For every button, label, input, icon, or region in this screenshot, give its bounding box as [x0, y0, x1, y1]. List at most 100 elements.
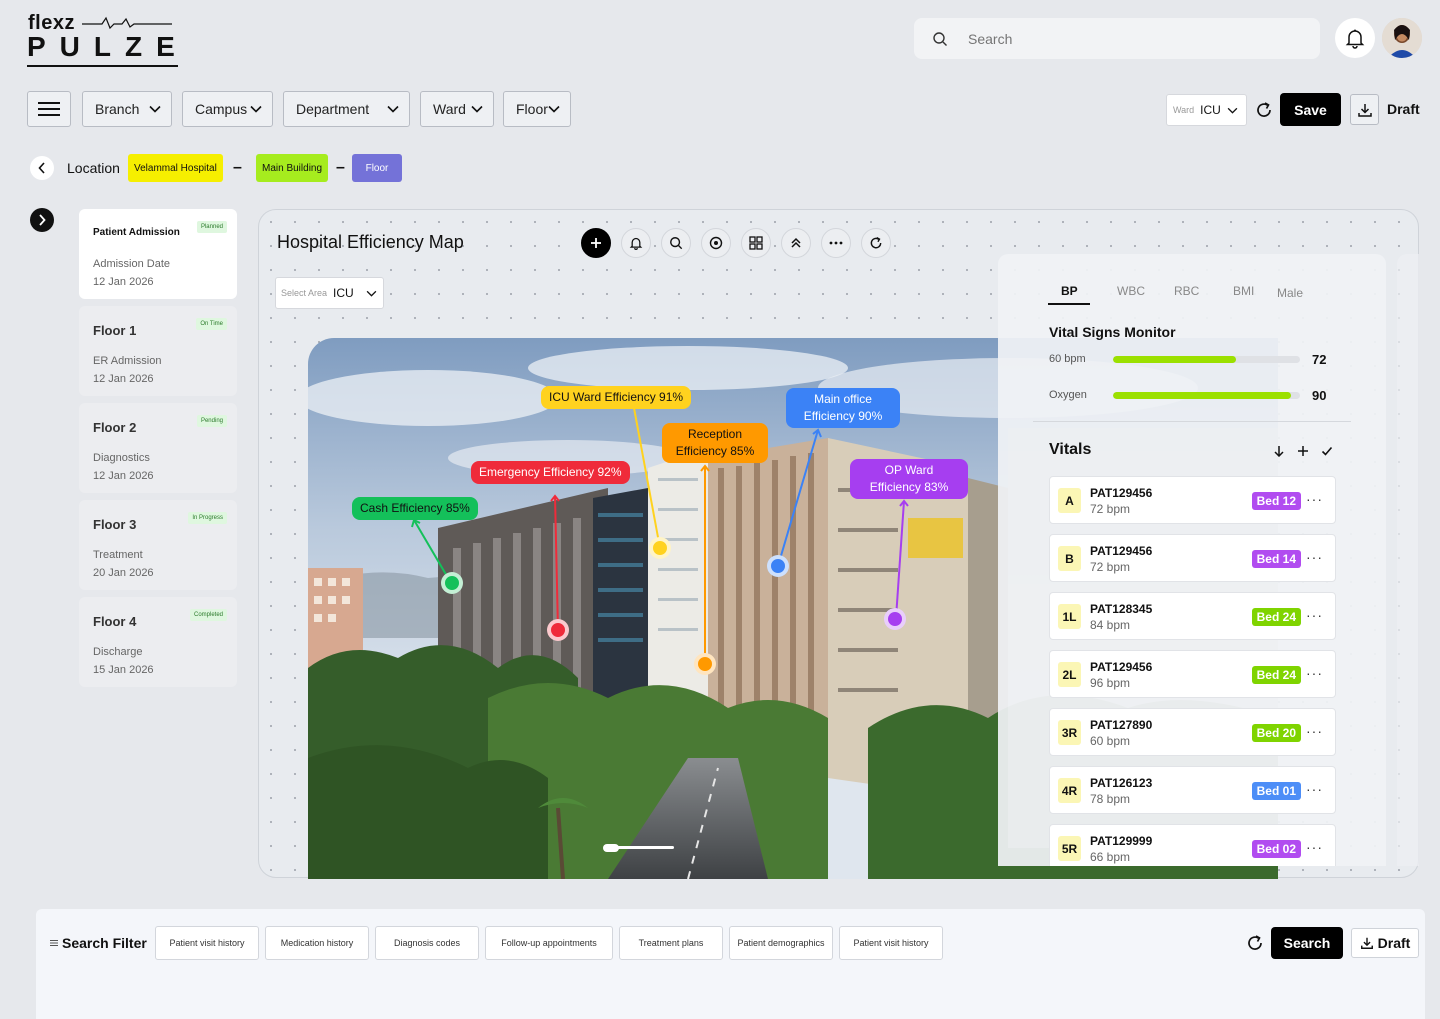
patient-row[interactable]: 1L PAT128345 84 bpm Bed 24 ···	[1049, 592, 1336, 640]
zoom-button[interactable]	[661, 228, 691, 258]
check-icon	[1321, 446, 1333, 456]
filter-chip[interactable]: Treatment plans	[619, 926, 723, 960]
search-filter-label: Search Filter	[50, 935, 147, 951]
tab-bp[interactable]: BP	[1061, 284, 1078, 298]
patient-row[interactable]: 3R PAT127890 60 bpm Bed 20 ···	[1049, 708, 1336, 756]
more-options-icon[interactable]: ···	[1306, 665, 1323, 681]
floor-card-2[interactable]: Floor 2 Pending Diagnostics 12 Jan 2026	[79, 403, 237, 493]
patient-row[interactable]: B PAT129456 72 bpm Bed 14 ···	[1049, 534, 1336, 582]
chevron-down-icon	[1227, 107, 1238, 114]
more-options-icon[interactable]: ···	[1306, 723, 1323, 739]
cash-pin[interactable]	[441, 572, 463, 594]
carousel-handle[interactable]	[603, 844, 619, 852]
patient-row[interactable]: 4R PAT126123 78 bpm Bed 01 ···	[1049, 766, 1336, 814]
notification-button[interactable]	[1335, 18, 1375, 58]
bed-badge: Bed 24	[1251, 666, 1301, 684]
ward-select[interactable]: Ward ICU	[1166, 94, 1247, 126]
more-options-button[interactable]	[821, 228, 851, 258]
refresh-icon[interactable]	[1255, 101, 1273, 119]
tab-male[interactable]: Male	[1277, 286, 1303, 300]
op-ward-pin[interactable]	[884, 608, 906, 630]
more-options-icon[interactable]: ···	[1306, 839, 1323, 855]
patient-id: PAT127890	[1090, 718, 1153, 732]
reception-efficiency-tag[interactable]: Reception Efficiency 85%	[662, 423, 768, 463]
campus-dropdown[interactable]: Campus	[182, 91, 273, 127]
search-button[interactable]: Search	[1271, 927, 1343, 959]
menu-button[interactable]	[27, 91, 71, 127]
main-office-pin[interactable]	[767, 555, 789, 577]
patient-code: 2L	[1058, 662, 1081, 687]
floor-dropdown[interactable]: Floor	[503, 91, 571, 127]
back-button[interactable]	[30, 156, 54, 180]
patient-code: B	[1058, 546, 1081, 571]
filter-chip[interactable]: Follow-up appointments	[485, 926, 613, 960]
tab-wbc[interactable]: WBC	[1117, 284, 1145, 298]
area-select[interactable]: Select Area ICU	[275, 277, 384, 309]
floor-card-date: 12 Jan 2026	[93, 373, 154, 385]
alert-button[interactable]	[621, 228, 651, 258]
bar-fill	[1113, 392, 1291, 399]
add-vital-button[interactable]	[1295, 443, 1311, 459]
filter-chip[interactable]: Patient visit history	[839, 926, 943, 960]
reception-pin[interactable]	[694, 653, 716, 675]
search-input[interactable]	[968, 30, 1268, 47]
grid-view-button[interactable]	[741, 228, 771, 258]
status-badge: In Progress	[188, 512, 227, 524]
main-office-efficiency-tag[interactable]: Main office Efficiency 90%	[786, 388, 900, 428]
bed-badge: Bed 01	[1251, 782, 1301, 800]
tab-bmi[interactable]: BMI	[1233, 284, 1254, 298]
filter-chip[interactable]: Patient demographics	[729, 926, 833, 960]
emergency-pin[interactable]	[547, 619, 569, 641]
floor-card-1[interactable]: Floor 1 On Time ER Admission 12 Jan 2026	[79, 306, 237, 396]
collapse-button[interactable]	[781, 228, 811, 258]
add-button[interactable]	[581, 228, 611, 258]
bar-label: 60 bpm	[1049, 353, 1086, 365]
ward-dropdown[interactable]: Ward	[420, 91, 494, 127]
expand-panel-button[interactable]	[30, 208, 54, 232]
icu-ward-efficiency-tag[interactable]: ICU Ward Efficiency 91%	[541, 386, 692, 409]
bar-value: 72	[1312, 352, 1327, 367]
tab-rbc[interactable]: RBC	[1174, 284, 1199, 298]
draft-label[interactable]: Draft	[1387, 101, 1420, 117]
icu-ward-pin[interactable]	[649, 537, 671, 559]
breadcrumb-separator: –	[336, 159, 345, 176]
more-options-icon[interactable]: ···	[1306, 607, 1323, 623]
op-ward-efficiency-tag[interactable]: OP Ward Efficiency 83%	[850, 459, 968, 499]
filter-chip[interactable]: Diagnosis codes	[375, 926, 479, 960]
refresh-icon[interactable]	[1246, 934, 1264, 952]
chevron-right-icon	[39, 214, 46, 226]
breadcrumb-floor[interactable]: Floor	[352, 154, 402, 182]
tag-line-2: Efficiency 85%	[675, 444, 755, 458]
cash-efficiency-tag[interactable]: Cash Efficiency 85%	[352, 497, 478, 520]
filter-chip[interactable]: Medication history	[265, 926, 369, 960]
floor-card-4[interactable]: Floor 4 Completed Discharge 15 Jan 2026	[79, 597, 237, 687]
locate-button[interactable]	[701, 228, 731, 258]
floor-card-3[interactable]: Floor 3 In Progress Treatment 20 Jan 202…	[79, 500, 237, 590]
department-dropdown[interactable]: Department	[283, 91, 410, 127]
more-options-icon[interactable]: ···	[1306, 781, 1323, 797]
sort-down-button[interactable]	[1271, 443, 1287, 459]
draft-button[interactable]: Draft	[1351, 928, 1419, 958]
floor-card-admission[interactable]: Patient Admission Planned Admission Date…	[79, 209, 237, 299]
patient-row[interactable]: 2L PAT129456 96 bpm Bed 24 ···	[1049, 650, 1336, 698]
save-button[interactable]: Save	[1280, 93, 1341, 126]
filter-chip[interactable]: Patient visit history	[155, 926, 259, 960]
patient-row[interactable]: 5R PAT129999 66 bpm Bed 02 ···	[1049, 824, 1336, 866]
breadcrumb-hospital[interactable]: Velammal Hospital	[128, 154, 223, 182]
more-options-icon[interactable]: ···	[1306, 491, 1323, 507]
download-icon	[1360, 937, 1373, 949]
emergency-efficiency-tag[interactable]: Emergency Efficiency 92%	[471, 461, 630, 484]
breadcrumb-building[interactable]: Main Building	[256, 154, 329, 182]
search-bar[interactable]	[914, 18, 1320, 59]
download-button[interactable]	[1350, 94, 1379, 125]
floor-card-date: 15 Jan 2026	[93, 664, 154, 676]
branch-dropdown[interactable]: Branch	[82, 91, 172, 127]
tag-line-1: Reception	[687, 427, 743, 441]
chevron-left-icon	[38, 162, 45, 174]
patient-row[interactable]: A PAT129456 72 bpm Bed 12 ···	[1049, 476, 1336, 524]
reload-map-button[interactable]	[861, 228, 891, 258]
avatar[interactable]	[1382, 18, 1422, 58]
patient-code: A	[1058, 488, 1081, 513]
confirm-button[interactable]	[1319, 443, 1335, 459]
more-options-icon[interactable]: ···	[1306, 549, 1323, 565]
